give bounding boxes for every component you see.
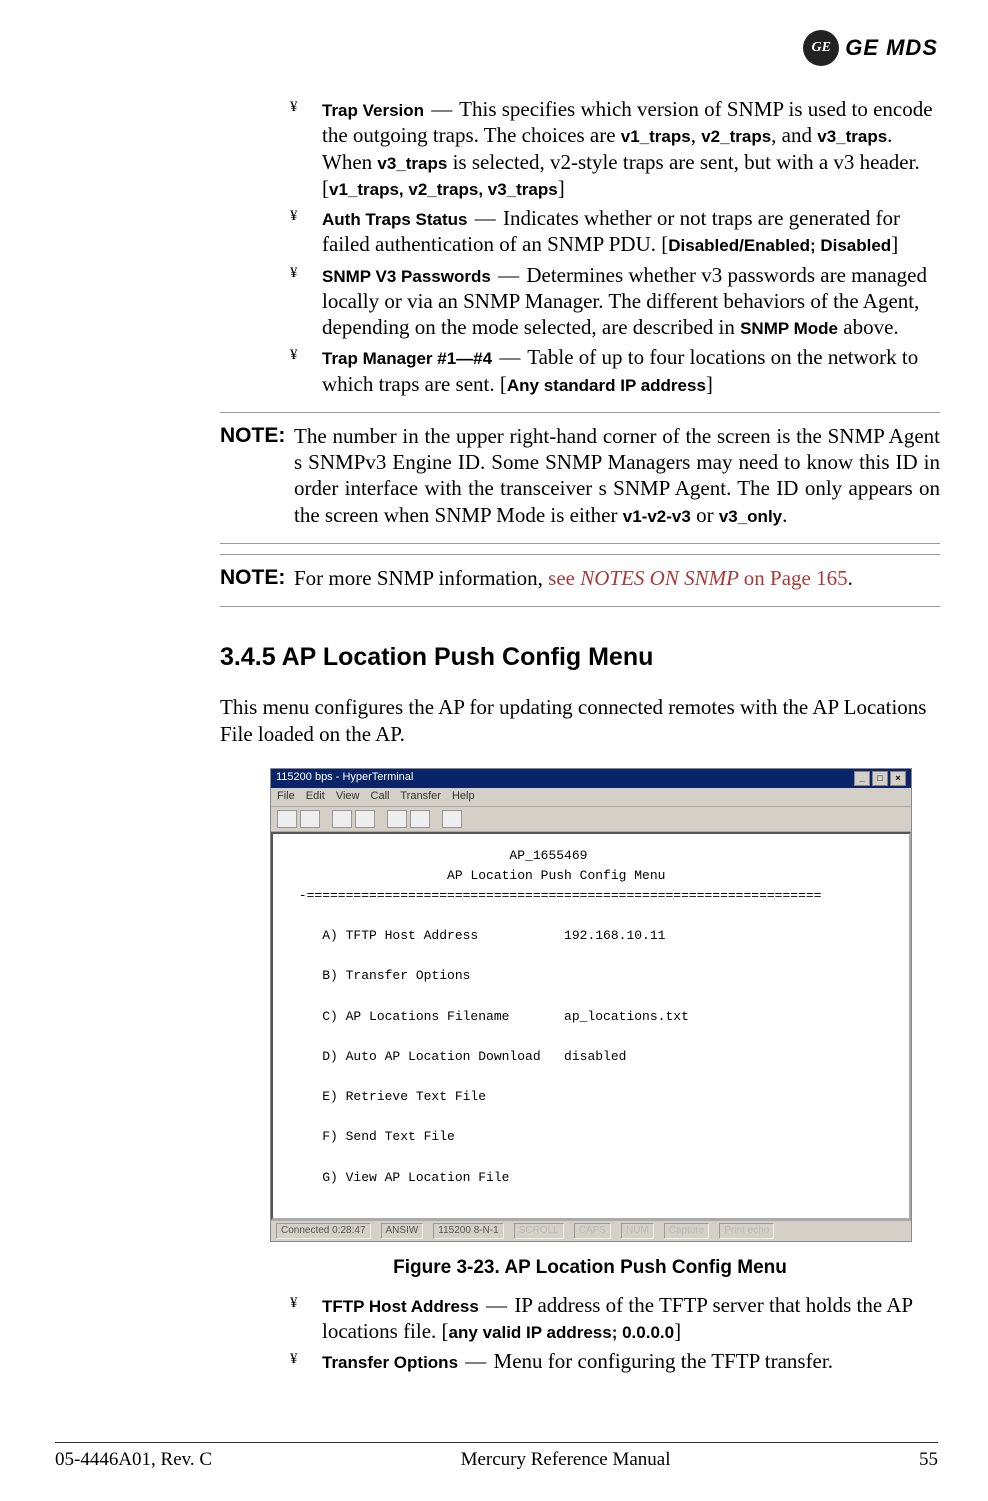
terminal-window: 115200 bps - HyperTerminal _ □ × File Ed… xyxy=(270,768,912,1242)
bullet-marker: ¥ xyxy=(290,264,298,283)
terminal-statusbar: Connected 0:28:47 ANSIW 115200 8-N-1 SCR… xyxy=(271,1220,911,1242)
terminal-title: 115200 bps - HyperTerminal xyxy=(276,771,413,785)
footer-center: Mercury Reference Manual xyxy=(461,1449,671,1471)
window-controls: _ □ × xyxy=(854,771,906,786)
minimize-icon[interactable]: _ xyxy=(854,771,870,786)
menu-item[interactable]: Help xyxy=(452,790,475,802)
section-intro: This menu configures the AP for updating… xyxy=(220,694,940,747)
list-item: ¥ Trap Version — This specifies which ve… xyxy=(290,96,940,201)
maximize-icon[interactable]: □ xyxy=(872,771,888,786)
bullet-marker: ¥ xyxy=(290,207,298,226)
status-cell: ANSIW xyxy=(381,1223,424,1240)
terminal-menubar: File Edit View Call Transfer Help xyxy=(271,788,911,807)
tool-icon[interactable] xyxy=(332,810,352,828)
terminal-body: AP_1655469 AP Location Push Config Menu … xyxy=(271,832,911,1220)
cross-ref-link[interactable]: see NOTES ON SNMP on Page 165 xyxy=(548,566,847,590)
menu-item[interactable]: Transfer xyxy=(400,790,441,802)
bullet-marker: ¥ xyxy=(290,1294,298,1313)
menu-item[interactable]: Call xyxy=(371,790,390,802)
note-text: The number in the upper right-hand corne… xyxy=(294,423,940,528)
status-cell: Print echo xyxy=(719,1223,774,1240)
note-block: NOTE: For more SNMP information, see NOT… xyxy=(220,565,940,591)
term-title: Trap Version xyxy=(322,101,424,120)
term-title: Transfer Options xyxy=(322,1353,458,1372)
list-item: ¥ TFTP Host Address — IP address of the … xyxy=(290,1292,940,1345)
term-title: Auth Traps Status xyxy=(322,210,467,229)
note-label: NOTE: xyxy=(220,423,294,449)
tool-icon[interactable] xyxy=(277,810,297,828)
bullet-marker: ¥ xyxy=(290,346,298,365)
figure-caption: Figure 3-23. AP Location Push Config Men… xyxy=(270,1256,910,1280)
tool-icon[interactable] xyxy=(442,810,462,828)
status-cell: SCROLL xyxy=(514,1223,564,1240)
brand-text: GE MDS xyxy=(845,35,938,61)
list-item: ¥ Transfer Options — Menu for configurin… xyxy=(290,1348,940,1374)
term-title: Trap Manager #1—#4 xyxy=(322,349,492,368)
status-cell: NUM xyxy=(621,1223,654,1240)
footer-right: 55 xyxy=(919,1449,938,1471)
menu-item[interactable]: Edit xyxy=(306,790,325,802)
term-title: SNMP V3 Passwords xyxy=(322,267,491,286)
page: GE GE MDS ¥ Trap Version — This specifie… xyxy=(0,0,988,1501)
divider xyxy=(220,606,940,607)
note-text: For more SNMP information, see NOTES ON … xyxy=(294,565,940,591)
term-body: Menu for configuring the TFTP transfer. xyxy=(494,1349,833,1373)
status-cell: Capture xyxy=(664,1223,710,1240)
tool-icon[interactable] xyxy=(387,810,407,828)
note-label: NOTE: xyxy=(220,565,294,591)
content-column: ¥ Trap Version — This specifies which ve… xyxy=(290,96,940,1375)
tool-icon[interactable] xyxy=(355,810,375,828)
status-cell: CAPS xyxy=(574,1223,611,1240)
divider xyxy=(220,412,940,413)
divider xyxy=(220,554,940,555)
list-item: ¥ Trap Manager #1—#4 — Table of up to fo… xyxy=(290,344,940,397)
page-footer: 05-4446A01, Rev. C Mercury Reference Man… xyxy=(55,1442,938,1471)
list-item: ¥ SNMP V3 Passwords — Determines whether… xyxy=(290,262,940,341)
brand-logo: GE GE MDS xyxy=(803,30,938,66)
footer-left: 05-4446A01, Rev. C xyxy=(55,1449,212,1471)
status-cell: Connected 0:28:47 xyxy=(276,1223,371,1240)
ge-monogram-icon: GE xyxy=(803,30,839,66)
close-icon[interactable]: × xyxy=(890,771,906,786)
menu-item[interactable]: View xyxy=(336,790,360,802)
status-cell: 115200 8-N-1 xyxy=(433,1223,503,1240)
menu-item[interactable]: File xyxy=(277,790,295,802)
term-title: TFTP Host Address xyxy=(322,1297,479,1316)
section-heading: 3.4.5 AP Location Push Config Menu xyxy=(220,642,940,673)
tool-icon[interactable] xyxy=(410,810,430,828)
terminal-titlebar: 115200 bps - HyperTerminal _ □ × xyxy=(271,769,911,788)
bullet-marker: ¥ xyxy=(290,98,298,117)
list-item: ¥ Auth Traps Status — Indicates whether … xyxy=(290,205,940,258)
page-header: GE GE MDS xyxy=(55,30,938,66)
bullet-marker: ¥ xyxy=(290,1350,298,1369)
note-block: NOTE: The number in the upper right-hand… xyxy=(220,423,940,528)
terminal-toolbar xyxy=(271,807,911,832)
tool-icon[interactable] xyxy=(300,810,320,828)
divider xyxy=(220,543,940,544)
